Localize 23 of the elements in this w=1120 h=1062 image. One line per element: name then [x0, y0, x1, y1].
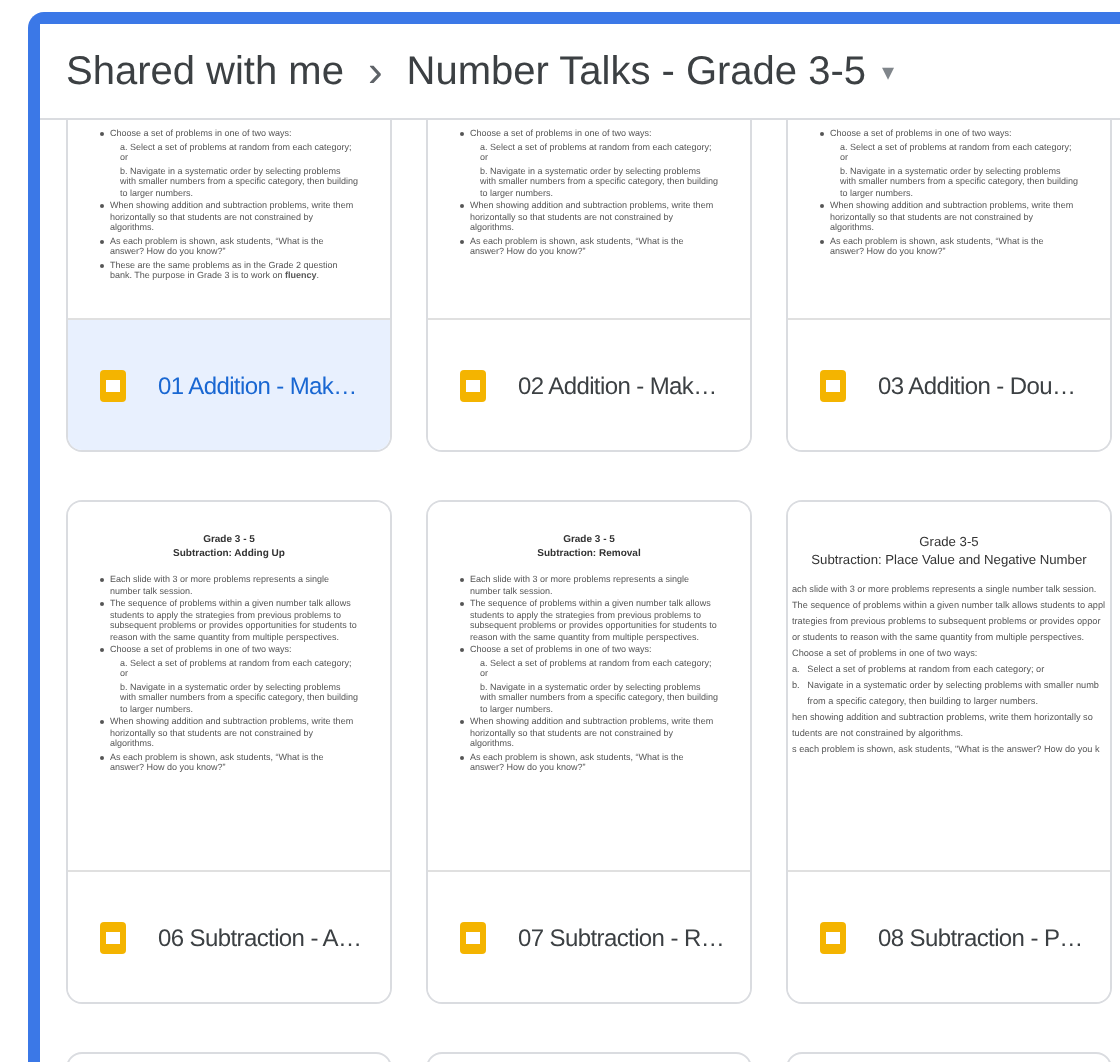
folder-title[interactable]: Number Talks - Grade 3-5	[406, 41, 867, 101]
file-name: 03 Addition - Dou…	[878, 369, 1076, 403]
dropdown-icon[interactable]: ▾	[882, 53, 895, 89]
file-name-bar[interactable]: 01 Addition - Mak…	[68, 320, 390, 450]
file-name: 07 Subtraction - R…	[518, 921, 725, 955]
file-card[interactable]	[786, 500, 1112, 1004]
slides-icon	[100, 921, 126, 953]
slides-icon	[100, 369, 126, 401]
file-name: 06 Subtraction - A…	[158, 921, 362, 955]
chevron-icon: ›	[367, 38, 383, 104]
file-name: 08 Subtraction - P…	[878, 921, 1083, 955]
slides-icon	[460, 921, 486, 953]
file-name: 01 Addition - Mak…	[158, 369, 357, 403]
breadcrumb-link[interactable]: Shared with me	[66, 41, 344, 101]
slides-icon	[820, 921, 846, 953]
file-card[interactable]	[66, 500, 392, 1004]
file-card[interactable]	[426, 120, 752, 452]
file-card[interactable]	[786, 120, 1112, 452]
slides-icon	[460, 369, 486, 401]
slides-icon	[820, 369, 846, 401]
file-name: 02 Addition - Mak…	[518, 369, 717, 403]
file-card[interactable]	[426, 500, 752, 1004]
file-card[interactable]	[66, 120, 392, 452]
